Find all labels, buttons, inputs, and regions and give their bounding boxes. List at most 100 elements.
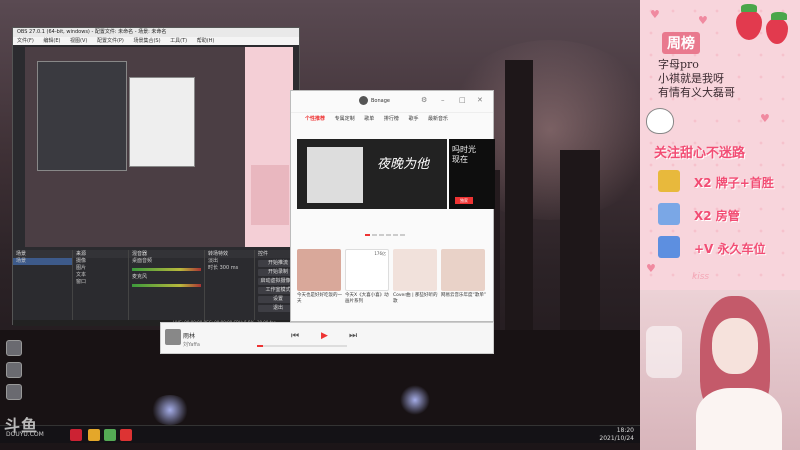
playlist-caption[interactable]: 网易云音乐年度“歌单” — [441, 293, 487, 299]
settings-icon[interactable]: ⚙ — [421, 96, 427, 104]
progress-bar[interactable] — [257, 345, 347, 347]
user-avatar[interactable] — [359, 96, 368, 105]
mixer-header: 混音器 — [129, 250, 204, 258]
music-player-window[interactable]: Bonage ⚙ – □ ✕ 个性推荐 专属定制 歌单 排行榜 歌手 最新音乐 … — [290, 90, 495, 322]
heart-icon: ♥ — [650, 8, 660, 21]
album-thumb[interactable] — [165, 329, 181, 345]
obs-menu-bar: 文件(F) 编辑(E) 视图(V) 配置文件(P) 场景集合(S) 工具(T) … — [13, 37, 299, 45]
scenes-header: 场景 — [13, 250, 72, 258]
wallpaper-light — [400, 385, 430, 415]
taskbar-app-icon[interactable] — [104, 429, 116, 441]
playlist-caption[interactable]: 今天也是好好吃饭的一天 — [297, 293, 343, 305]
transition-type[interactable]: 淡出 — [205, 258, 254, 265]
stream-screen: OBS 27.0.1 (64-bit, windows) - 配置文件: 未命名… — [0, 0, 800, 450]
preview-webcam — [251, 165, 289, 225]
taskbar-app-icon[interactable] — [88, 429, 100, 441]
mixer-channel-label: 麦克风 — [132, 274, 148, 280]
desktop-app-icon[interactable] — [6, 362, 22, 378]
menu-item-edit[interactable]: 编辑(E) — [43, 38, 60, 44]
now-playing-song[interactable]: 雨林 — [183, 331, 195, 340]
scenes-dock[interactable]: 场景 场景 — [13, 250, 73, 326]
tab-recommend[interactable]: 个性推荐 — [305, 116, 325, 122]
tab-charts[interactable]: 排行榜 — [384, 116, 399, 122]
play-icon[interactable]: ▶ — [321, 331, 328, 341]
tab-artists[interactable]: 歌手 — [408, 116, 418, 122]
desktop-app-icon[interactable] — [6, 384, 22, 400]
weekly-rank-card: 周榜 字母pro 小祺就是我呀 有情有义大磊哥 — [648, 30, 790, 102]
douyu-url: DOUYU.COM — [6, 431, 44, 438]
player-nav-tabs: 个性推荐 专属定制 歌单 排行榜 歌手 最新音乐 — [291, 113, 493, 125]
playlist-caption[interactable]: 今天X《大喜小喜》动画片系列 — [345, 293, 391, 305]
volume-meter[interactable] — [132, 284, 201, 287]
sources-dock[interactable]: 来源 摄像 图片 文本 窗口 — [73, 250, 129, 326]
webcam-feed — [640, 290, 800, 450]
heart-icon: ♥ — [646, 262, 656, 275]
rank-name: 有情有义大磊哥 — [658, 86, 735, 99]
banner-carousel[interactable]: 夜晚为他 — [297, 139, 447, 209]
menu-item-profile[interactable]: 配置文件(P) — [97, 38, 124, 44]
obs-preview-canvas[interactable] — [25, 47, 293, 247]
banner-title: 夜晚为他 — [377, 157, 430, 172]
gift-reward-row: X2 房管 — [658, 203, 794, 229]
cat-icon — [646, 108, 674, 134]
desktop-app-icon[interactable] — [6, 340, 22, 356]
menu-item-file[interactable]: 文件(F) — [17, 38, 34, 44]
maximize-icon[interactable]: □ — [459, 96, 466, 104]
prev-icon[interactable]: ⏮ — [291, 331, 299, 341]
playlist-cover[interactable] — [393, 249, 437, 291]
source-item[interactable]: 图片 — [73, 265, 128, 272]
playlist-cover[interactable] — [441, 249, 485, 291]
clock-time: 18:20 — [616, 427, 634, 434]
now-playing-artist[interactable]: 刘Yaffa — [183, 341, 200, 348]
next-icon[interactable]: ⏭ — [349, 331, 357, 341]
duration-label: 时长 — [208, 265, 219, 271]
mixer-dock[interactable]: 混音器 桌面音频 麦克风 — [129, 250, 205, 326]
menu-item-view[interactable]: 视图(V) — [70, 38, 87, 44]
obs-docks: 场景 场景 来源 摄像 图片 文本 窗口 混音器 桌面音频 麦克风 转场特效 淡… — [13, 250, 301, 326]
menu-item-scene-collection[interactable]: 场景集合(S) — [133, 38, 160, 44]
taskbar: 18:20 2021/10/24 — [0, 425, 640, 443]
banner-tag: 独家 — [455, 197, 473, 204]
transitions-dock[interactable]: 转场特效 淡出 时长 300 ms — [205, 250, 255, 326]
tab-playlists[interactable]: 歌单 — [364, 116, 374, 122]
user-name[interactable]: Bonage — [371, 98, 390, 104]
playlist-caption[interactable]: Cover曲 | 那些好听的歌 — [393, 293, 439, 305]
clock-date: 2021/10/24 — [599, 435, 634, 442]
menu-item-tools[interactable]: 工具(T) — [170, 38, 187, 44]
preview-nested-obs — [37, 61, 127, 171]
sources-header: 来源 — [73, 250, 128, 258]
playlist-cover[interactable] — [297, 249, 341, 291]
menu-item-help[interactable]: 帮助(H) — [197, 38, 215, 44]
tab-new-music[interactable]: 最新音乐 — [428, 116, 448, 122]
gift-reward-text: X2 牌子+首胜 — [694, 176, 774, 190]
close-icon[interactable]: ✕ — [477, 96, 483, 104]
taskbar-app-icon[interactable] — [70, 429, 82, 441]
heart-icon: ♥ — [760, 112, 770, 125]
webcam-streamer-face — [712, 318, 758, 374]
player-header: Bonage ⚙ – □ ✕ — [291, 91, 493, 113]
gift-reward-text: +V 永久车位 — [694, 242, 766, 256]
gift-reward-row: X2 牌子+首胜 — [658, 170, 794, 196]
taskbar-app-icon[interactable] — [120, 429, 132, 441]
scene-item[interactable]: 场景 — [13, 258, 72, 265]
duration-value[interactable]: 300 ms — [220, 265, 239, 271]
wallpaper-light — [150, 395, 190, 425]
playlist-grid: 今天也是好好吃饭的一天 176亿 今天X《大喜小喜》动画片系列 Cover曲 |… — [297, 249, 493, 309]
player-control-bar: 雨林 刘Yaffa ⏮ ▶ ⏭ — [160, 322, 494, 354]
gold-bar-icon — [658, 170, 680, 192]
source-item[interactable]: 窗口 — [73, 279, 128, 286]
transitions-header: 转场特效 — [205, 250, 254, 258]
rocket-icon — [658, 236, 680, 258]
taskbar-clock[interactable]: 18:20 2021/10/24 — [599, 427, 634, 443]
heart-icon: ♥ — [698, 14, 708, 27]
source-item[interactable]: 文本 — [73, 272, 128, 279]
rank-title: 周榜 — [662, 32, 700, 54]
volume-meter[interactable] — [132, 268, 201, 271]
banner-photo — [307, 147, 363, 203]
minimize-icon[interactable]: – — [441, 96, 445, 104]
playlist-cover[interactable]: 176亿 — [345, 249, 389, 291]
source-item[interactable]: 摄像 — [73, 258, 128, 265]
carousel-dots[interactable] — [365, 221, 407, 240]
obs-window[interactable]: OBS 27.0.1 (64-bit, windows) - 配置文件: 未命名… — [12, 27, 301, 326]
tab-custom[interactable]: 专属定制 — [335, 116, 355, 122]
